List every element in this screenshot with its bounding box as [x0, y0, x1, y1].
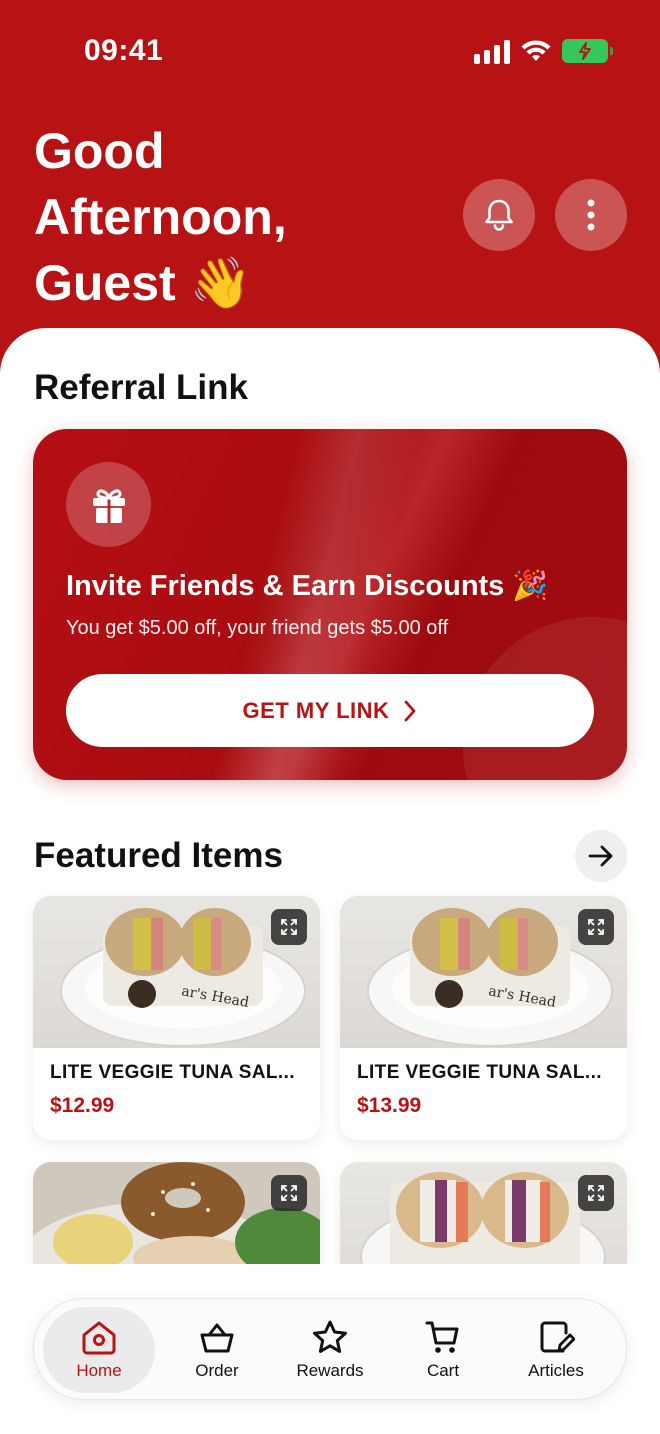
tab-cart-label: Cart [426, 1361, 460, 1380]
tab-rewards[interactable]: Rewards [274, 1307, 386, 1393]
expand-image-button[interactable] [578, 909, 614, 945]
bottom-tab-bar: Home Order Rewards Cart Articles [33, 1298, 627, 1400]
expand-icon [588, 919, 604, 935]
product-image: ar's Head [33, 896, 320, 1048]
greeting-title: Good Afternoon, Guest 👋 [34, 118, 364, 316]
tab-articles[interactable]: Articles [500, 1307, 612, 1393]
product-card[interactable]: ar's Head LITE VEGGIE TUNA SAL... $12.99 [33, 896, 320, 1140]
arrow-right-icon [588, 845, 613, 867]
more-options-button[interactable] [555, 179, 627, 251]
wifi-icon [521, 40, 551, 61]
referral-section-title: Referral Link [34, 368, 248, 407]
tab-order-label: Order [195, 1361, 239, 1380]
greeting-line-1: Good [34, 123, 165, 179]
expand-image-button[interactable] [271, 1175, 307, 1211]
product-name: LITE VEGGIE TUNA SAL... [357, 1062, 602, 1083]
tab-home-label: Home [76, 1361, 122, 1380]
cart-icon [425, 1321, 459, 1353]
status-icons [474, 38, 613, 64]
tab-order[interactable]: Order [161, 1307, 273, 1393]
cellular-signal-icon [474, 38, 510, 64]
battery-icon [562, 39, 613, 63]
tab-articles-label: Articles [528, 1361, 584, 1380]
expand-icon [281, 919, 297, 935]
product-price: $12.99 [50, 1094, 115, 1117]
tab-cart[interactable]: Cart [387, 1307, 499, 1393]
expand-icon [588, 1185, 604, 1201]
chevron-right-icon [405, 700, 416, 721]
home-icon [82, 1321, 116, 1355]
gift-icon [92, 488, 125, 523]
notifications-button[interactable] [463, 179, 535, 251]
expand-image-button[interactable] [578, 1175, 614, 1211]
expand-icon [281, 1185, 297, 1201]
tab-home[interactable]: Home [43, 1307, 155, 1393]
greeting-line-2: Afternoon, [34, 189, 287, 245]
featured-see-all-button[interactable] [575, 830, 627, 882]
bell-icon [485, 199, 513, 231]
product-name: LITE VEGGIE TUNA SAL... [50, 1062, 295, 1083]
product-price: $13.99 [357, 1094, 422, 1117]
referral-card: Invite Friends & Earn Discounts 🎉 You ge… [33, 429, 627, 780]
status-bar: 09:41 [0, 0, 660, 100]
product-card[interactable]: ar's Head LITE VEGGIE TUNA SAL... $13.99 [340, 896, 627, 1140]
product-image: ar's Head [340, 896, 627, 1048]
status-time: 09:41 [84, 34, 164, 67]
tab-rewards-label: Rewards [296, 1361, 364, 1380]
get-my-link-button[interactable]: GET MY LINK [66, 674, 594, 747]
gift-icon-circle [66, 462, 151, 547]
referral-headline: Invite Friends & Earn Discounts 🎉 [66, 570, 549, 602]
more-vertical-icon [587, 199, 595, 231]
expand-image-button[interactable] [271, 909, 307, 945]
featured-section-title: Featured Items [34, 836, 283, 875]
star-icon [313, 1320, 347, 1353]
get-my-link-label: GET MY LINK [242, 697, 390, 723]
greeting-line-3: Guest 👋 [34, 255, 252, 311]
basket-icon [200, 1323, 234, 1353]
referral-subtext: You get $5.00 off, your friend gets $5.0… [66, 617, 449, 639]
edit-note-icon [540, 1321, 575, 1353]
